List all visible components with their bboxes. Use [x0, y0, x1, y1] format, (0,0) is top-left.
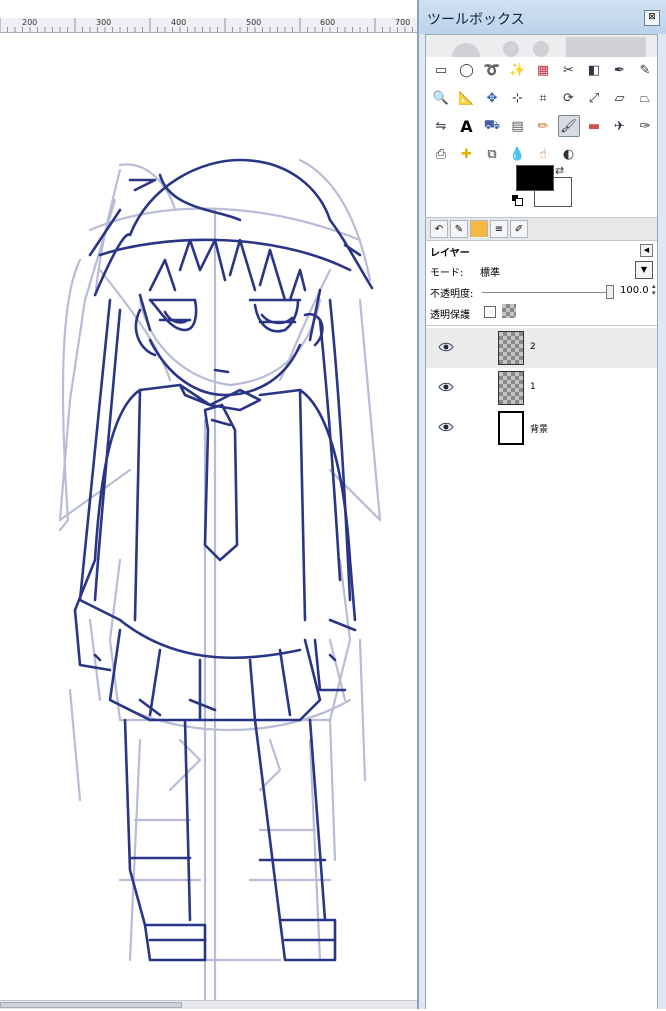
toolbox-titlebar[interactable]: ツールボックス ⊠ — [419, 0, 666, 34]
layer-name[interactable]: 背景 — [530, 422, 548, 435]
smudge-icon[interactable]: ☝ — [532, 143, 554, 165]
ink-icon[interactable]: ✑ — [634, 115, 656, 137]
move-icon[interactable]: ✥ — [481, 87, 503, 109]
scale-icon[interactable]: ⤢ — [583, 87, 605, 109]
wilber-drop-area[interactable] — [426, 35, 657, 57]
eye-icon[interactable] — [438, 341, 454, 353]
horizontal-ruler[interactable]: 200 300 400 500 600 700 — [0, 18, 417, 33]
tool-options-tab[interactable]: ↶ — [430, 220, 448, 238]
ellipse-select-icon[interactable]: ◯ — [456, 59, 478, 81]
scissors-icon[interactable]: ✂ — [558, 59, 580, 81]
brushes-tab[interactable]: ✐ — [510, 220, 528, 238]
mode-dropdown-icon[interactable]: ▼ — [635, 261, 653, 279]
layer-row[interactable]: 1 — [426, 368, 657, 408]
layer-name[interactable]: 2 — [530, 342, 536, 352]
layers-tab[interactable] — [470, 220, 488, 238]
close-button[interactable]: ⊠ — [644, 10, 660, 26]
mode-select-value[interactable]: 標準 — [480, 264, 500, 279]
rotate-icon[interactable]: ⟳ — [558, 87, 580, 109]
crop-icon[interactable]: ⌗ — [532, 87, 554, 109]
color-picker-icon[interactable]: ✎ — [634, 59, 656, 81]
sketch-drawing[interactable] — [0, 33, 417, 1003]
opacity-spin-icon[interactable]: ▴ ▾ — [652, 283, 656, 297]
color-select-icon[interactable]: ▦ — [532, 59, 554, 81]
swap-colors-icon[interactable]: ⇄ — [555, 164, 564, 177]
perspective-icon[interactable]: ⏢ — [634, 87, 656, 109]
lock-alpha-label: 透明保護 — [430, 310, 470, 321]
horizontal-scrollbar[interactable] — [0, 1000, 417, 1009]
toolbox-scroll-edge — [659, 34, 665, 1009]
opacity-row: 不透明度: 100.0 ▴ ▾ — [428, 283, 656, 301]
canvas-top-strip — [0, 0, 417, 18]
layer-row[interactable]: 2 — [426, 328, 657, 368]
perspective-clone-icon[interactable]: ⧉ — [481, 143, 503, 165]
dodge-burn-icon[interactable]: ◐ — [558, 143, 580, 165]
clone-icon[interactable]: ⎙ — [430, 143, 452, 165]
default-colors-icon[interactable] — [512, 195, 523, 206]
zoom-icon[interactable]: 🔍 — [430, 87, 452, 109]
layers-header: レイヤー ◀ — [428, 241, 655, 259]
blur-icon[interactable]: 💧 — [507, 143, 529, 165]
flip-icon[interactable]: ⇋ — [430, 115, 452, 137]
layers-title: レイヤー — [430, 248, 470, 259]
mode-row: モード: 標準 ▼ — [428, 261, 655, 281]
align-icon[interactable]: ⊹ — [507, 87, 529, 109]
wilber-icon — [452, 37, 646, 57]
airbrush-icon[interactable]: ✈ — [609, 115, 631, 137]
lock-row: 透明保護 — [428, 303, 655, 321]
panel-menu-icon[interactable]: ◀ — [640, 244, 653, 257]
layer-row[interactable]: 背景 — [426, 408, 657, 448]
paintbrush-icon[interactable]: 🖌 — [557, 115, 580, 137]
layer-name[interactable]: 1 — [530, 382, 536, 392]
toolbox-content: ▭ ◯ ➰ ✨ ▦ ✂ ◧ ✒ ✎ 🔍 📐 ✥ ⊹ ⌗ ⟳ ⤢ ▱ ⏢ ⇋ A ⛟ ▤ ✏ 🖌 ▬ ✈ ✑ ⎙ ✚ ⧉ 💧 ☝ ◐ ⇄ ↶ ✎ … — [425, 34, 658, 1011]
measure-icon[interactable]: 📐 — [456, 87, 478, 109]
pencil-icon[interactable]: ✏ — [532, 115, 554, 137]
dock-tab-bar: ↶ ✎ ≡ ✐ — [426, 217, 657, 241]
bucket-fill-icon[interactable]: ⛟ — [481, 115, 503, 137]
toolbox-title: ツールボックス — [427, 12, 525, 28]
lock-alpha-checkbox[interactable] — [484, 306, 496, 318]
channels-tab[interactable]: ≡ — [490, 220, 508, 238]
fuzzy-select-icon[interactable]: ✨ — [507, 59, 529, 81]
free-select-icon[interactable]: ➰ — [481, 59, 503, 81]
eraser-icon[interactable]: ▬ — [583, 115, 605, 137]
shear-icon[interactable]: ▱ — [609, 87, 631, 109]
ruler-ticks — [0, 18, 413, 32]
text-icon[interactable]: A — [456, 115, 478, 137]
rect-select-icon[interactable]: ▭ — [430, 59, 452, 81]
opacity-value[interactable]: 100.0 — [620, 285, 649, 296]
opacity-slider-track[interactable] — [482, 292, 612, 293]
image-canvas-area[interactable]: 200 300 400 500 600 700 — [0, 0, 417, 1009]
mode-label: モード: — [430, 268, 464, 279]
layer-thumbnail[interactable] — [498, 371, 524, 405]
rough-sketch-layer — [58, 158, 382, 1002]
layer-thumbnail[interactable] — [498, 411, 524, 445]
color-area: ⇄ — [512, 164, 572, 211]
horizontal-scrollbar-thumb[interactable] — [0, 1002, 182, 1008]
eye-icon[interactable] — [438, 381, 454, 393]
lock-alpha-icon — [502, 304, 516, 318]
layer-thumbnail[interactable] — [498, 331, 524, 365]
eye-icon[interactable] — [438, 421, 454, 433]
foreground-select-icon[interactable]: ◧ — [583, 59, 605, 81]
foreground-color-swatch[interactable] — [516, 165, 554, 191]
heal-icon[interactable]: ✚ — [456, 143, 478, 165]
layer-list: 2 1 背景 — [426, 325, 657, 1011]
paths-tab[interactable]: ✎ — [450, 220, 468, 238]
blend-icon[interactable]: ▤ — [507, 115, 529, 137]
opacity-slider-thumb[interactable] — [606, 285, 614, 299]
toolbox-window: ツールボックス ⊠ ▭ ◯ ➰ ✨ ▦ ✂ ◧ ✒ ✎ 🔍 📐 ✥ ⊹ ⌗ ⟳ ⤢ ▱ ⏢ ⇋ A ⛟ ▤ ✏ 🖌 ▬ ✈ ✑ ⎙ ✚ ⧉… — [417, 0, 666, 1011]
paths-icon[interactable]: ✒ — [609, 59, 631, 81]
opacity-label: 不透明度: — [430, 289, 474, 300]
